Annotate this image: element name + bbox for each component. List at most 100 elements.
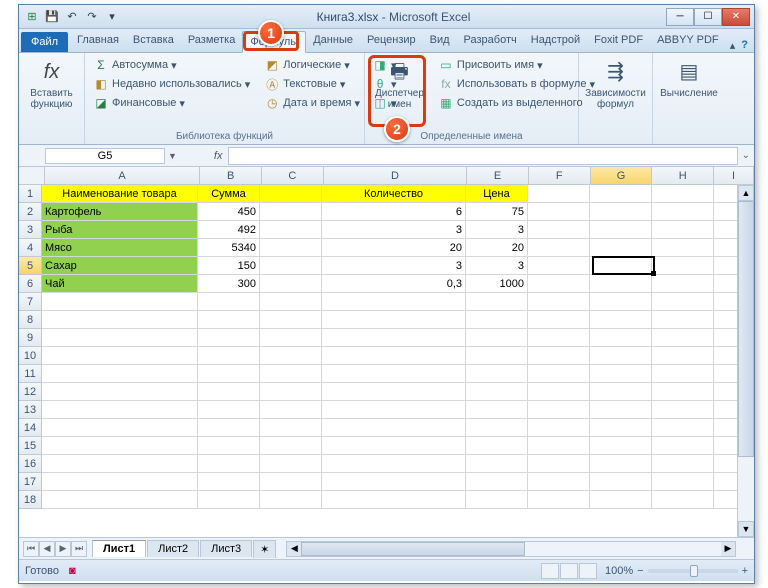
cell[interactable] xyxy=(652,455,714,473)
row-header[interactable]: 3 xyxy=(19,221,42,239)
row-header[interactable]: 12 xyxy=(19,383,42,401)
autosum-button[interactable]: ΣАвтосумма ▾ xyxy=(91,56,252,74)
formula-expand-icon[interactable]: ⌄ xyxy=(742,150,754,161)
zoom-in-button[interactable]: + xyxy=(742,565,748,577)
row-header[interactable]: 4 xyxy=(19,239,42,257)
cell[interactable] xyxy=(652,401,714,419)
cell[interactable]: 0,3 xyxy=(322,275,466,293)
cell[interactable] xyxy=(528,329,590,347)
cell[interactable] xyxy=(322,419,466,437)
cell[interactable] xyxy=(528,293,590,311)
cell[interactable] xyxy=(260,347,322,365)
cell[interactable] xyxy=(590,221,652,239)
cell[interactable] xyxy=(42,419,198,437)
cell[interactable] xyxy=(198,365,260,383)
row-header[interactable]: 13 xyxy=(19,401,42,419)
cell[interactable] xyxy=(590,473,652,491)
file-tab[interactable]: Файл xyxy=(21,32,68,52)
cell[interactable] xyxy=(42,455,198,473)
cell[interactable] xyxy=(260,437,322,455)
undo-icon[interactable]: ↶ xyxy=(63,8,81,26)
cell[interactable] xyxy=(652,311,714,329)
cell[interactable] xyxy=(42,329,198,347)
cell[interactable] xyxy=(652,239,714,257)
column-header[interactable]: B xyxy=(200,167,262,184)
cell[interactable] xyxy=(260,383,322,401)
cell[interactable] xyxy=(590,329,652,347)
row-header[interactable]: 18 xyxy=(19,491,42,509)
horizontal-scrollbar[interactable]: ◀ ▶ xyxy=(286,541,736,557)
row-header[interactable]: 17 xyxy=(19,473,42,491)
cell[interactable] xyxy=(260,185,322,203)
cell[interactable] xyxy=(528,347,590,365)
cell[interactable] xyxy=(590,419,652,437)
cell[interactable] xyxy=(198,293,260,311)
recent-button[interactable]: ◧Недавно использовались ▾ xyxy=(91,75,252,93)
cell[interactable] xyxy=(198,383,260,401)
cell[interactable]: 3 xyxy=(466,221,528,239)
zoom-level[interactable]: 100% xyxy=(605,565,633,577)
sheet-nav-prev[interactable]: ◀ xyxy=(39,541,55,557)
fx-icon[interactable]: fx xyxy=(214,150,223,162)
column-header[interactable]: D xyxy=(324,167,467,184)
cell[interactable] xyxy=(322,401,466,419)
cell[interactable]: Мясо xyxy=(42,239,198,257)
cell[interactable] xyxy=(322,365,466,383)
cell[interactable] xyxy=(528,275,590,293)
formula-bar[interactable] xyxy=(228,147,737,165)
cell[interactable] xyxy=(590,257,652,275)
cell[interactable] xyxy=(42,473,198,491)
excel-icon[interactable]: ⊞ xyxy=(23,8,41,26)
cell[interactable] xyxy=(322,311,466,329)
cell[interactable] xyxy=(42,437,198,455)
column-header[interactable]: H xyxy=(652,167,714,184)
cell[interactable] xyxy=(322,437,466,455)
row-header[interactable]: 8 xyxy=(19,311,42,329)
minimize-button[interactable]: ─ xyxy=(666,8,694,26)
cell[interactable] xyxy=(466,491,528,509)
cell[interactable] xyxy=(322,329,466,347)
cell[interactable] xyxy=(528,239,590,257)
cell[interactable] xyxy=(528,437,590,455)
tab-вид[interactable]: Вид xyxy=(423,30,457,52)
row-header[interactable]: 1 xyxy=(19,185,42,203)
cell[interactable] xyxy=(198,455,260,473)
formula-audit-button[interactable]: ⇶ Зависимости формул xyxy=(585,56,646,112)
cell[interactable] xyxy=(590,185,652,203)
cell[interactable] xyxy=(260,257,322,275)
cell[interactable] xyxy=(42,311,198,329)
column-header[interactable]: F xyxy=(529,167,591,184)
cell[interactable] xyxy=(652,185,714,203)
cell[interactable]: 75 xyxy=(466,203,528,221)
tab-разметка[interactable]: Разметка xyxy=(181,30,243,52)
sheet-nav-last[interactable]: ⏭ xyxy=(71,541,87,557)
redo-icon[interactable]: ↷ xyxy=(83,8,101,26)
cell[interactable] xyxy=(466,473,528,491)
cell[interactable] xyxy=(322,473,466,491)
cell[interactable] xyxy=(198,419,260,437)
row-header[interactable]: 14 xyxy=(19,419,42,437)
cell[interactable]: Сумма xyxy=(198,185,260,203)
cell[interactable] xyxy=(466,365,528,383)
close-button[interactable]: ✕ xyxy=(722,8,750,26)
cell[interactable] xyxy=(590,365,652,383)
row-header[interactable]: 11 xyxy=(19,365,42,383)
cell[interactable] xyxy=(198,401,260,419)
cell[interactable] xyxy=(528,383,590,401)
cell[interactable] xyxy=(652,329,714,347)
use-in-formula-button[interactable]: fxИспользовать в формуле ▾ xyxy=(436,75,597,93)
cell[interactable] xyxy=(42,365,198,383)
cell[interactable] xyxy=(590,455,652,473)
column-header[interactable]: I xyxy=(714,167,754,184)
cell[interactable] xyxy=(260,239,322,257)
save-icon[interactable]: 💾 xyxy=(43,8,61,26)
row-header[interactable]: 7 xyxy=(19,293,42,311)
cell[interactable] xyxy=(322,383,466,401)
name-box[interactable]: G5 xyxy=(45,148,165,164)
text-button[interactable]: ⒶТекстовые ▾ xyxy=(262,75,362,93)
scroll-down-icon[interactable]: ▼ xyxy=(738,521,754,537)
tab-надстрой[interactable]: Надстрой xyxy=(524,30,587,52)
cell[interactable] xyxy=(466,329,528,347)
cell[interactable] xyxy=(652,257,714,275)
cell[interactable]: 3 xyxy=(322,221,466,239)
